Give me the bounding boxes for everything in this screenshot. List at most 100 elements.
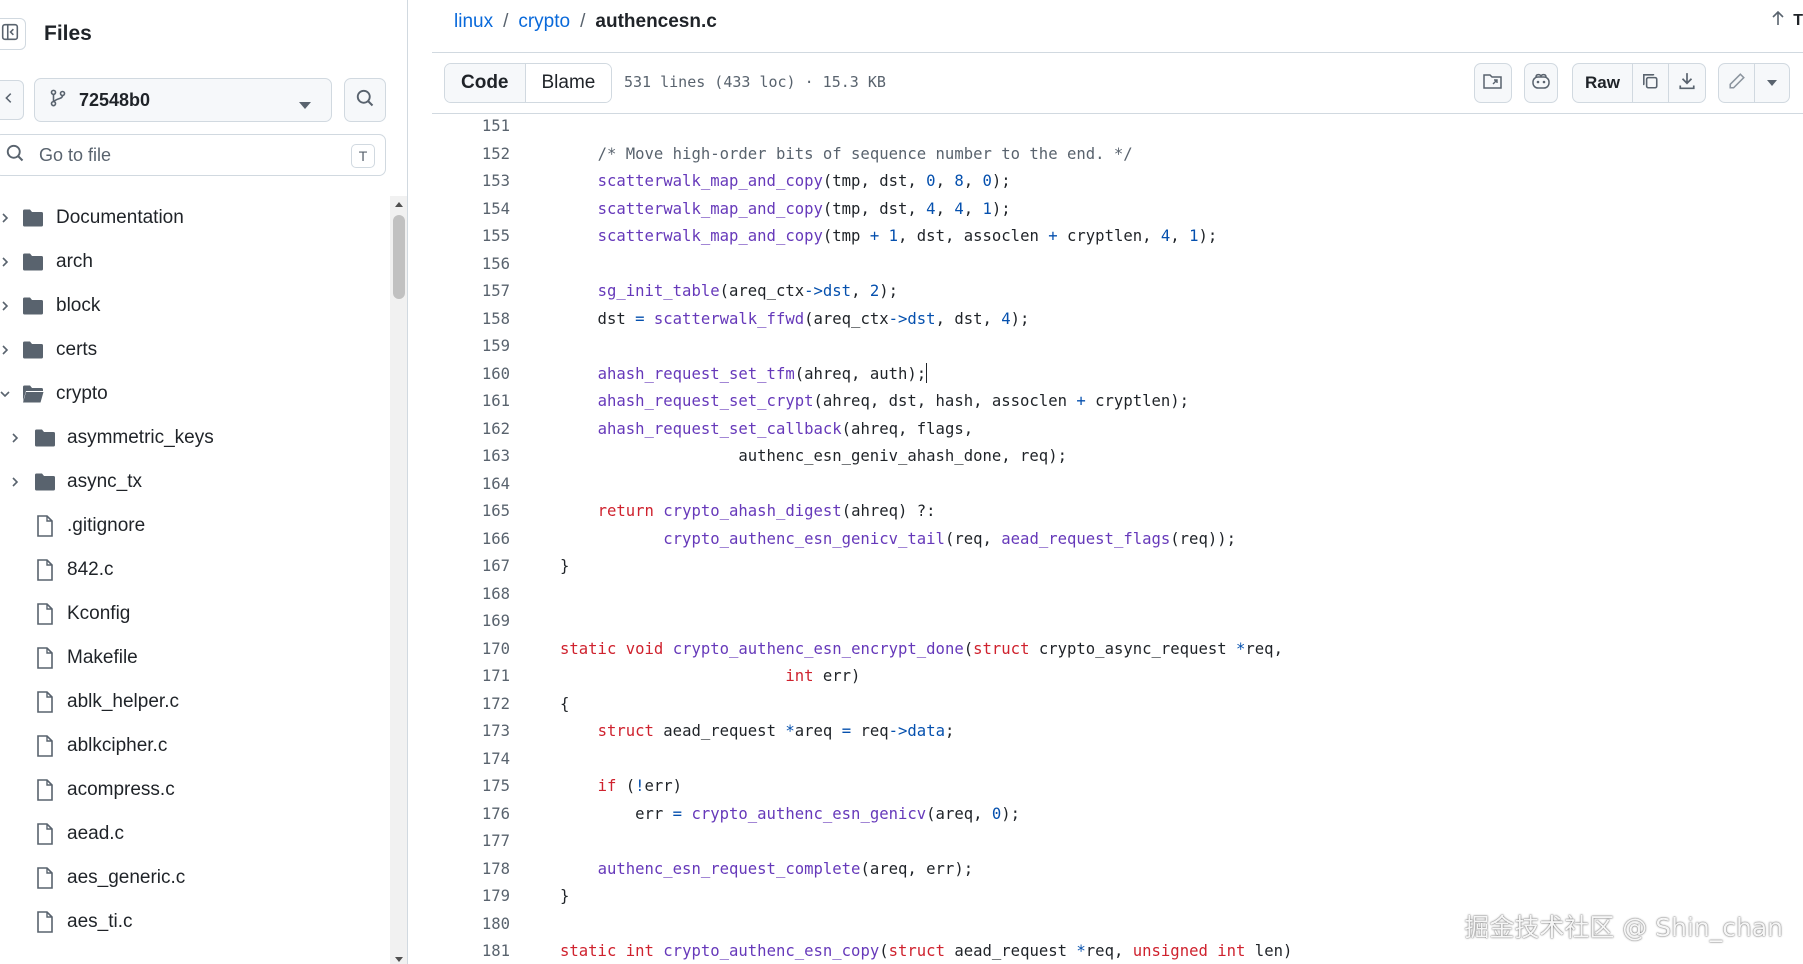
tree-folder-item[interactable]: Documentation — [0, 196, 392, 240]
tree-folder-item[interactable]: arch — [0, 240, 392, 284]
line-number[interactable]: 151 — [432, 114, 510, 138]
open-in-folder-button[interactable] — [1474, 63, 1512, 103]
line-number[interactable]: 168 — [432, 582, 510, 606]
chevron-right-icon[interactable] — [8, 475, 22, 489]
chevron-right-icon[interactable] — [8, 431, 22, 445]
branch-selector[interactable]: 72548b0 — [34, 78, 332, 122]
line-content: } — [560, 557, 570, 575]
download-button[interactable] — [1669, 64, 1705, 102]
line-number[interactable]: 164 — [432, 472, 510, 496]
tree-file-item[interactable]: aead.c — [0, 812, 392, 856]
line-number[interactable]: 177 — [432, 829, 510, 853]
tab-code[interactable]: Code — [445, 64, 526, 102]
code-line: 161 ahash_request_set_crypt(ahreq, dst, … — [432, 389, 1803, 413]
file-icon — [34, 911, 56, 933]
tree-folder-item[interactable]: crypto — [0, 372, 392, 416]
folder-icon — [22, 339, 44, 361]
line-number[interactable]: 172 — [432, 692, 510, 716]
top-button[interactable]: T — [1771, 10, 1803, 31]
tree-folder-item[interactable]: asymmetric_keys — [0, 416, 392, 460]
line-number[interactable]: 178 — [432, 857, 510, 881]
tree-file-item[interactable]: .gitignore — [0, 504, 392, 548]
tree-folder-item[interactable]: certs — [0, 328, 392, 372]
line-number[interactable]: 162 — [432, 417, 510, 441]
code-line: 156 — [432, 252, 1803, 276]
line-number[interactable]: 170 — [432, 637, 510, 661]
chevron-down-icon[interactable] — [0, 387, 12, 401]
line-number[interactable]: 160 — [432, 362, 510, 386]
line-number[interactable]: 152 — [432, 142, 510, 166]
line-number[interactable]: 161 — [432, 389, 510, 413]
edit-options-dropdown[interactable] — [1755, 64, 1789, 102]
line-number[interactable]: 167 — [432, 554, 510, 578]
tree-item-label: Makefile — [67, 647, 138, 668]
tree-file-item[interactable]: ablk_helper.c — [0, 680, 392, 724]
view-mode-switch: Code Blame — [444, 63, 613, 103]
line-number[interactable]: 173 — [432, 719, 510, 743]
tree-file-item[interactable]: 842.c — [0, 548, 392, 592]
line-number[interactable]: 159 — [432, 334, 510, 358]
breadcrumb-repo-link[interactable]: linux — [454, 11, 493, 33]
collapse-panel-button[interactable] — [0, 18, 26, 50]
line-number[interactable]: 154 — [432, 197, 510, 221]
tree-file-item[interactable]: Kconfig — [0, 592, 392, 636]
line-number[interactable]: 158 — [432, 307, 510, 331]
line-number[interactable]: 171 — [432, 664, 510, 688]
tab-blame[interactable]: Blame — [525, 64, 612, 102]
tree-file-item[interactable]: aes_generic.c — [0, 856, 392, 900]
go-to-file-input[interactable]: Go to file T — [0, 134, 386, 176]
edit-button[interactable] — [1719, 64, 1755, 102]
line-number[interactable]: 155 — [432, 224, 510, 248]
scroll-down-arrow-icon[interactable] — [393, 952, 405, 964]
sidebar-collapse-icon — [1, 23, 19, 46]
back-button[interactable] — [0, 80, 24, 120]
line-number[interactable]: 165 — [432, 499, 510, 523]
code-line: 168 — [432, 582, 1803, 606]
caret-down-icon — [299, 97, 311, 115]
sidebar-scroll-thumb[interactable] — [393, 215, 405, 299]
line-number[interactable]: 174 — [432, 747, 510, 771]
tree-item-label: ablk_helper.c — [67, 691, 179, 712]
line-number[interactable]: 180 — [432, 912, 510, 936]
tree-folder-item[interactable]: block — [0, 284, 392, 328]
tree-file-item[interactable]: Makefile — [0, 636, 392, 680]
line-content: /* Move high-order bits of sequence numb… — [597, 144, 1133, 163]
line-number[interactable]: 179 — [432, 884, 510, 908]
line-number[interactable]: 175 — [432, 774, 510, 798]
line-number[interactable]: 156 — [432, 252, 510, 276]
search-button[interactable] — [344, 78, 386, 122]
file-toolbar: Code Blame 531 lines (433 loc) · 15.3 KB… — [432, 52, 1803, 114]
breadcrumb-dir-link[interactable]: crypto — [518, 11, 570, 33]
chevron-right-icon[interactable] — [0, 255, 12, 269]
code-view[interactable]: 151 152 /* Move high-order bits of sequen… — [432, 114, 1803, 964]
tree-file-item[interactable]: ablkcipher.c — [0, 724, 392, 768]
tree-file-item[interactable]: acompress.c — [0, 768, 392, 812]
chevron-right-icon[interactable] — [0, 343, 12, 357]
line-number[interactable]: 153 — [432, 169, 510, 193]
top-button-label: T — [1793, 11, 1803, 29]
copilot-button[interactable] — [1524, 63, 1558, 103]
line-number[interactable]: 169 — [432, 609, 510, 633]
line-number[interactable]: 163 — [432, 444, 510, 468]
file-tree: Documentation arch block certs crypto asymmet… — [0, 196, 392, 944]
line-number[interactable]: 181 — [432, 939, 510, 963]
line-content: { — [560, 694, 570, 713]
chevron-right-icon[interactable] — [0, 211, 12, 225]
chevron-right-icon[interactable] — [0, 299, 12, 313]
line-content: scatterwalk_map_and_copy(tmp + 1, dst, a… — [597, 227, 1218, 245]
code-line: 175 if (!err) — [432, 774, 1803, 798]
copy-raw-button[interactable] — [1633, 64, 1669, 102]
line-number[interactable]: 166 — [432, 527, 510, 551]
line-number[interactable]: 157 — [432, 279, 510, 303]
file-icon — [34, 823, 56, 845]
tree-folder-item[interactable]: async_tx — [0, 460, 392, 504]
code-line: 164 — [432, 472, 1803, 496]
scroll-up-arrow-icon[interactable] — [393, 198, 405, 210]
raw-button[interactable]: Raw — [1573, 64, 1633, 102]
line-number[interactable]: 176 — [432, 802, 510, 826]
sidebar-scrollbar[interactable] — [390, 196, 407, 964]
tree-item-label: aead.c — [67, 823, 125, 844]
code-line: 166 crypto_authenc_esn_genicv_tail(req, … — [432, 527, 1803, 551]
tree-file-item[interactable]: aes_ti.c — [0, 900, 392, 944]
tree-item-label: Kconfig — [67, 603, 131, 624]
